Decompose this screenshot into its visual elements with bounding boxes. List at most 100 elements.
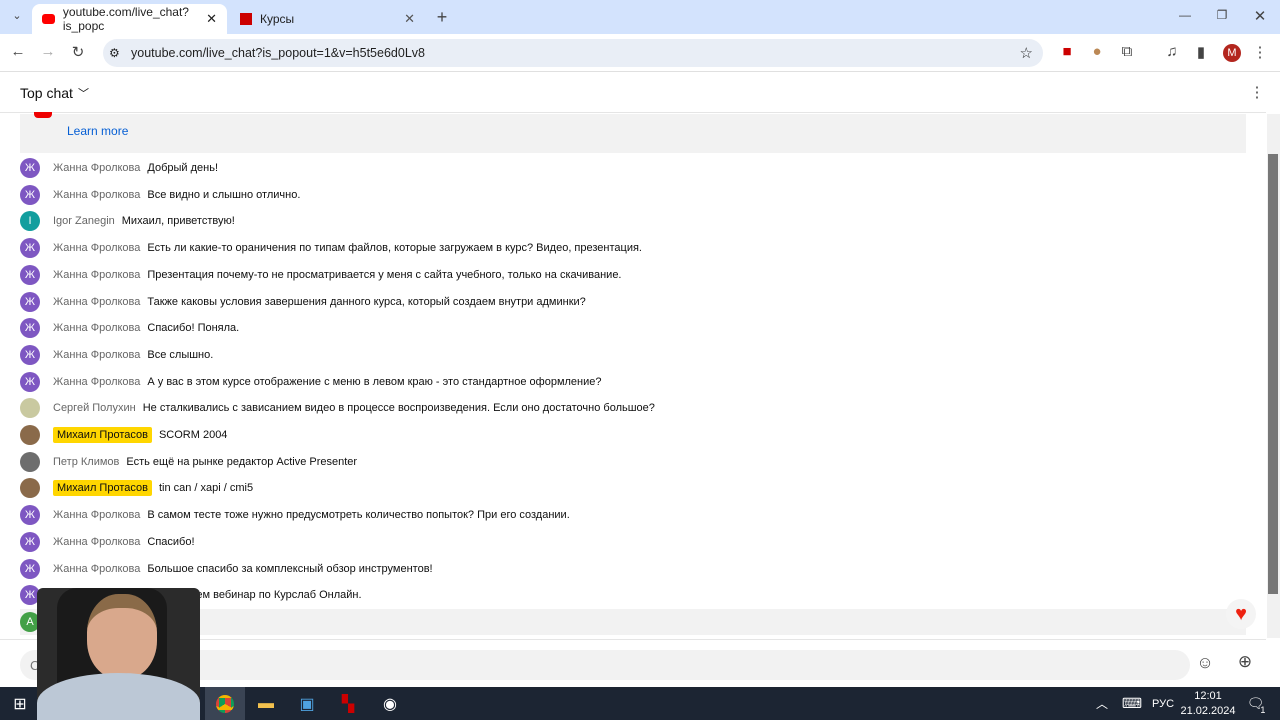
reload-icon[interactable]: ↻ (68, 43, 88, 61)
author-name[interactable]: Жанна Фролкова (53, 269, 140, 281)
new-tab-icon[interactable]: + (432, 7, 452, 28)
avatar[interactable] (20, 398, 40, 419)
bookmark-star-icon[interactable]: ☆ (1020, 44, 1033, 62)
chat-message[interactable]: Ж Жанна Фролкова Добрый день! (20, 155, 1246, 181)
chat-message[interactable]: АСпасибо! (20, 608, 1246, 635)
avatar[interactable] (20, 451, 40, 472)
media-control-icon[interactable]: ♫ (1162, 43, 1182, 60)
avatar[interactable]: Ж (20, 238, 40, 259)
app-taskbar-icon[interactable]: ▣ (287, 687, 327, 720)
heart-reaction-icon[interactable]: ♥ (1226, 599, 1256, 629)
back-icon[interactable]: ← (8, 43, 28, 60)
chat-message[interactable]: Ж Жанна Фролкова Спасибо! Поняла. (20, 315, 1246, 341)
author-name[interactable]: Igor Zanegin (53, 215, 115, 227)
tab-courses[interactable]: Курсы ✕ (230, 4, 425, 34)
author-name[interactable]: Жанна Фролкова (53, 349, 140, 361)
tab-youtube-chat[interactable]: youtube.com/live_chat?is_popc ✕ (32, 4, 227, 34)
language-indicator[interactable]: РУС (1143, 687, 1183, 720)
chat-message[interactable]: Ж Жанна Фролкова Презентация почему-то не … (20, 262, 1246, 288)
tab-label: Курсы (260, 12, 295, 26)
forward-icon[interactable]: → (38, 43, 58, 60)
extension-icon[interactable]: ■ (1057, 43, 1077, 60)
avatar[interactable]: Ж (20, 558, 40, 579)
clock[interactable]: 12:01 21.02.2024 (1180, 689, 1236, 719)
avatar[interactable] (20, 425, 40, 445)
author-name[interactable]: Петр Климов (53, 456, 119, 468)
message-text: Михаил, приветствую! (121, 215, 235, 228)
webcam-overlay (37, 588, 200, 720)
chat-message[interactable]: Михаил Протасов tin can / xapi / cmi5 (20, 475, 1246, 501)
close-window-icon[interactable]: ✕ (1250, 7, 1270, 25)
close-tab-icon[interactable]: ✕ (404, 11, 415, 27)
avatar[interactable]: Ж (20, 505, 40, 526)
notifications-icon[interactable]: 🗨 1 (1236, 687, 1276, 720)
add-icon[interactable]: ⊕ (1235, 652, 1255, 672)
chat-message[interactable]: Ж Жанна Фролкова В самом тесте тоже нужно … (20, 502, 1246, 528)
avatar[interactable]: Ж (20, 318, 40, 339)
author-name[interactable]: Жанна Фролкова (53, 509, 140, 521)
chat-message[interactable]: Михаил Протасов SCORM 2004 (20, 422, 1246, 448)
close-tab-icon[interactable]: ✕ (206, 11, 217, 27)
chat-message[interactable]: Ж Жанна Фролкова Все видно и слышно отличн… (20, 182, 1246, 208)
side-panel-icon[interactable]: ▮ (1191, 43, 1211, 61)
author-name[interactable]: Жанна Фролкова (53, 189, 140, 201)
profile-avatar[interactable]: M (1223, 44, 1241, 62)
obs-icon[interactable]: ◉ (370, 687, 410, 720)
author-name[interactable]: Жанна Фролкова (53, 162, 140, 174)
extension-icon[interactable]: ● (1087, 43, 1107, 60)
windows-start-icon[interactable]: ⊞ (0, 687, 40, 720)
chat-message[interactable]: Ж Жанна Фролкова Спасибо! (20, 529, 1246, 555)
message-text: Спасибо! (147, 535, 195, 548)
file-explorer-icon[interactable]: ▬ (246, 687, 286, 720)
message-text: Есть ещё на рынке редактор Active Presen… (126, 455, 358, 468)
learn-more-link[interactable]: Learn more (67, 124, 128, 138)
author-name[interactable]: Жанна Фролкова (53, 242, 140, 254)
avatar[interactable]: Ж (20, 158, 40, 178)
author-name[interactable]: Жанна Фролкова (53, 563, 140, 575)
author-name[interactable]: Сергей Полухин (53, 402, 136, 414)
chat-message[interactable]: Ж Жанна Фролкова А у вас в этом курсе отоб… (20, 369, 1246, 395)
more-options-icon[interactable]: ⋮ (1247, 83, 1267, 101)
author-name[interactable]: Михаил Протасов (53, 480, 152, 497)
author-name[interactable]: Жанна Фролкова (53, 376, 140, 388)
minimize-icon[interactable]: — (1175, 8, 1195, 22)
author-name[interactable]: Михаил Протасов (53, 427, 152, 443)
author-name[interactable]: Жанна Фролкова (53, 296, 140, 308)
chat-message[interactable]: Сергей Полухин Не сталкивались с зависани… (20, 395, 1246, 421)
author-name[interactable]: Жанна Фролкова (53, 322, 140, 334)
message-text: Презентация почему-то не просматривается… (147, 268, 622, 281)
avatar[interactable]: Ж (20, 344, 40, 365)
chat-message[interactable]: Ж Жанна Фролкова Большое спасибо за компле… (20, 556, 1246, 582)
message-text: Также каковы условия завершения данного … (147, 295, 586, 308)
message-text: SCORM 2004 (158, 429, 228, 441)
message-text: Добрый день! (147, 162, 219, 174)
message-text: Спасибо! Поняла. (147, 322, 240, 335)
chat-message[interactable]: ЖЖанна ФролковаОчень ждем вебинар по Кур… (20, 582, 1246, 608)
avatar[interactable]: Ж (20, 371, 40, 392)
extensions-puzzle-icon[interactable]: ⧉ (1117, 43, 1137, 60)
emoji-icon[interactable]: ☺ (1195, 653, 1215, 673)
chat-message[interactable]: Ж Жанна Фролкова Также каковы условия заве… (20, 289, 1246, 315)
address-bar[interactable]: ⚙ youtube.com/live_chat?is_popout=1&v=h5… (103, 39, 1043, 67)
author-name[interactable]: Жанна Фролкова (53, 536, 140, 548)
site-settings-icon[interactable]: ⚙ (109, 46, 120, 60)
chat-message[interactable]: Петр Климов Есть ещё на рынке редактор Ac… (20, 449, 1246, 475)
tab-search-icon[interactable]: ⌄ (7, 9, 27, 22)
avatar[interactable]: Ж (20, 531, 40, 552)
notification-count: 1 (1260, 704, 1266, 715)
chat-message[interactable]: Ж Жанна Фролкова Есть ли какие-то ораничен… (20, 235, 1246, 261)
avatar[interactable]: I (20, 211, 40, 232)
url-text: youtube.com/live_chat?is_popout=1&v=h5t5… (131, 46, 425, 60)
avatar[interactable]: Ж (20, 291, 40, 312)
avatar[interactable]: Ж (20, 264, 40, 285)
browser-menu-icon[interactable]: ⋮ (1250, 43, 1270, 61)
chat-message[interactable]: Ж Жанна Фролкова Все слышно. (20, 342, 1246, 368)
chat-message[interactable]: I Igor Zanegin Михаил, приветствую! (20, 208, 1246, 234)
scrollbar-thumb[interactable] (1268, 154, 1278, 594)
maximize-icon[interactable]: ❐ (1212, 8, 1232, 22)
courses-app-icon[interactable]: ▚ (328, 687, 368, 720)
chrome-taskbar-icon[interactable] (205, 687, 245, 720)
top-chat-dropdown[interactable]: Top chat ﹀ (20, 85, 89, 101)
avatar[interactable]: Ж (20, 184, 40, 205)
avatar[interactable] (20, 478, 40, 499)
